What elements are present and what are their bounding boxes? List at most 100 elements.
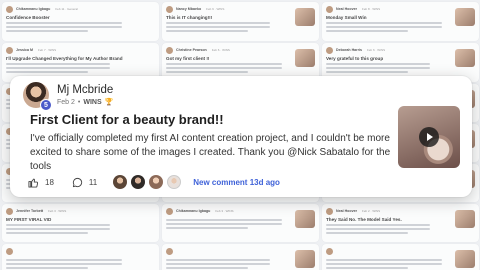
feed-post-thumbnail[interactable] bbox=[455, 8, 475, 26]
feed-post-text-line bbox=[166, 63, 283, 65]
feed-post-title[interactable]: I'll Upgrade Changed Everything for My A… bbox=[6, 56, 155, 61]
feed-post-text-line bbox=[166, 67, 283, 69]
avatar[interactable] bbox=[166, 46, 173, 54]
feed-author-name[interactable]: Chikamnanu Igbagu bbox=[176, 209, 210, 213]
feed-post-text-line bbox=[166, 71, 248, 73]
trophy-icon: 🏆 bbox=[104, 99, 114, 106]
feed-post-thumbnail[interactable] bbox=[295, 8, 315, 26]
new-comment-time: 13d ago bbox=[249, 177, 280, 187]
feed-post-card[interactable]: Neal Hoover Feb 2 · WINS They Said No. The… bbox=[322, 204, 479, 242]
post-title[interactable]: First Client for a beauty brand!! bbox=[30, 112, 224, 127]
post-body: I've officially completed my first AI co… bbox=[30, 133, 391, 172]
feed-post-header: Deborah Harris Feb 6 · WINS bbox=[326, 46, 475, 54]
feed-post-title[interactable]: MY FIRST VIRAL VID bbox=[6, 217, 155, 222]
like-count: 18 bbox=[45, 177, 54, 187]
comment-count: 11 bbox=[88, 177, 98, 187]
feed-post-text-line bbox=[166, 259, 271, 261]
feed-post-text-line bbox=[6, 263, 123, 265]
feed-post-thumbnail[interactable] bbox=[295, 210, 315, 228]
feed-post-meta: Feb 11 · General bbox=[55, 7, 78, 11]
feed-post-text-line bbox=[326, 267, 408, 269]
feed-post-title[interactable]: Got my first client !! bbox=[166, 56, 315, 61]
avatar[interactable] bbox=[326, 5, 333, 13]
feed-post-thumbnail[interactable] bbox=[295, 250, 315, 268]
new-comment-link[interactable]: New comment 13d ago bbox=[193, 178, 280, 187]
feed-post-header: Chikamnanu Igbagu Feb 3 · WINS bbox=[166, 207, 315, 215]
feed-post-meta: Feb 2 · WINS bbox=[361, 209, 381, 213]
author-avatar-wrapper[interactable]: 5 bbox=[23, 82, 52, 111]
feed-post-thumbnail[interactable] bbox=[455, 250, 475, 268]
post-category[interactable]: WINS bbox=[83, 99, 101, 106]
commenter-avatars[interactable] bbox=[113, 175, 182, 189]
feed-post-card[interactable]: Neal Hoover Feb 8 · WINS Monday Small Win bbox=[322, 2, 479, 41]
feed-post-meta: Feb 3 · WINS bbox=[48, 209, 67, 213]
feed-post-thumbnail[interactable] bbox=[455, 210, 475, 228]
feed-post-text-line bbox=[166, 267, 248, 269]
commenter-avatar[interactable] bbox=[113, 175, 128, 189]
feed-author-name[interactable]: Nancy Mbaeko bbox=[176, 7, 201, 11]
post-video-thumbnail[interactable] bbox=[398, 106, 460, 168]
feed-post-title[interactable]: This is IT changing!!! bbox=[166, 15, 315, 20]
new-comment-label: New comment bbox=[193, 177, 248, 187]
feed-author-name[interactable]: Chikamnanu Igbagu bbox=[16, 7, 50, 11]
avatar[interactable] bbox=[6, 46, 13, 54]
avatar[interactable] bbox=[326, 247, 333, 255]
feed-post-text-line bbox=[326, 30, 408, 32]
feed-post-title[interactable]: Monday Small Win bbox=[326, 15, 475, 20]
feed-post-text-line bbox=[326, 22, 443, 24]
feed-post-card[interactable] bbox=[162, 244, 319, 270]
highlighted-post-card[interactable]: 5 Mj Mcbride Feb 2 • WINS 🏆 First Client… bbox=[10, 76, 472, 197]
comment-button[interactable]: 11 bbox=[72, 177, 97, 188]
avatar[interactable] bbox=[166, 5, 173, 13]
feed-post-header bbox=[6, 247, 155, 255]
feed-post-header bbox=[166, 247, 315, 255]
feed-post-card[interactable]: Chikamnanu Igbagu Feb 3 · WINS bbox=[162, 204, 319, 242]
feed-post-text-line bbox=[6, 26, 123, 28]
feed-author-name[interactable]: Jessica M bbox=[16, 48, 33, 52]
comment-icon bbox=[72, 177, 83, 187]
feed-post-header: Christine Pearson Feb 6 · WINS bbox=[166, 46, 315, 54]
feed-post-title[interactable]: Very grateful to this group bbox=[326, 56, 475, 61]
feed-post-card[interactable]: Jennifer Torbett Feb 3 · WINS MY FIRST VIR… bbox=[2, 204, 159, 242]
feed-post-thumbnail[interactable] bbox=[295, 49, 315, 67]
feed-post-text-line bbox=[6, 63, 111, 65]
avatar[interactable] bbox=[6, 207, 13, 215]
feed-post-card[interactable]: Nancy Mbaeko Feb 9 · WINS This is IT chang… bbox=[162, 2, 319, 41]
feed-post-text-line bbox=[326, 71, 408, 73]
feed-post-card[interactable] bbox=[2, 244, 159, 270]
commenter-avatar[interactable] bbox=[149, 175, 164, 189]
feed-post-card[interactable] bbox=[322, 244, 479, 270]
feed-post-text-line bbox=[326, 263, 443, 265]
feed-author-name[interactable]: Jennifer Torbett bbox=[16, 209, 43, 213]
avatar[interactable] bbox=[166, 207, 173, 215]
commenter-avatar[interactable] bbox=[131, 175, 146, 189]
like-button[interactable]: 18 bbox=[28, 177, 54, 188]
feed-post-text-line bbox=[166, 263, 271, 265]
feed-post-text-line bbox=[326, 63, 431, 65]
feed-post-text-line bbox=[326, 26, 443, 28]
commenter-avatar[interactable] bbox=[167, 175, 182, 189]
post-date: Feb 2 bbox=[57, 98, 75, 106]
feed-post-title[interactable]: They Said No. The Model Said Yes. bbox=[326, 217, 475, 222]
avatar[interactable] bbox=[6, 247, 13, 255]
avatar[interactable] bbox=[326, 46, 333, 54]
feed-post-text-line bbox=[166, 227, 248, 229]
author-name[interactable]: Mj Mcbride bbox=[57, 84, 113, 97]
feed-post-text-line bbox=[326, 224, 431, 226]
meta-separator: • bbox=[77, 98, 81, 106]
feed-author-name[interactable]: Deborah Harris bbox=[336, 48, 362, 52]
avatar[interactable] bbox=[166, 247, 173, 255]
feed-post-meta: Feb 8 · WINS bbox=[361, 7, 381, 11]
feed-post-title[interactable]: Confidence Booster bbox=[6, 15, 155, 20]
avatar[interactable] bbox=[6, 5, 13, 13]
post-meta: Feb 2 • WINS 🏆 bbox=[57, 98, 114, 107]
play-icon[interactable] bbox=[419, 127, 439, 147]
feed-post-thumbnail[interactable] bbox=[455, 49, 475, 67]
feed-post-header bbox=[326, 247, 475, 255]
feed-post-card[interactable]: Chikamnanu Igbagu Feb 11 · General Confide… bbox=[2, 2, 159, 41]
feed-author-name[interactable]: Neal Hoover bbox=[336, 7, 357, 11]
feed-author-name[interactable]: Neal Hoover bbox=[336, 209, 357, 213]
feed-author-name[interactable]: Christine Pearson bbox=[176, 48, 207, 52]
post-footer: 18 11 New comment 13d ago bbox=[28, 174, 280, 190]
avatar[interactable] bbox=[326, 207, 333, 215]
